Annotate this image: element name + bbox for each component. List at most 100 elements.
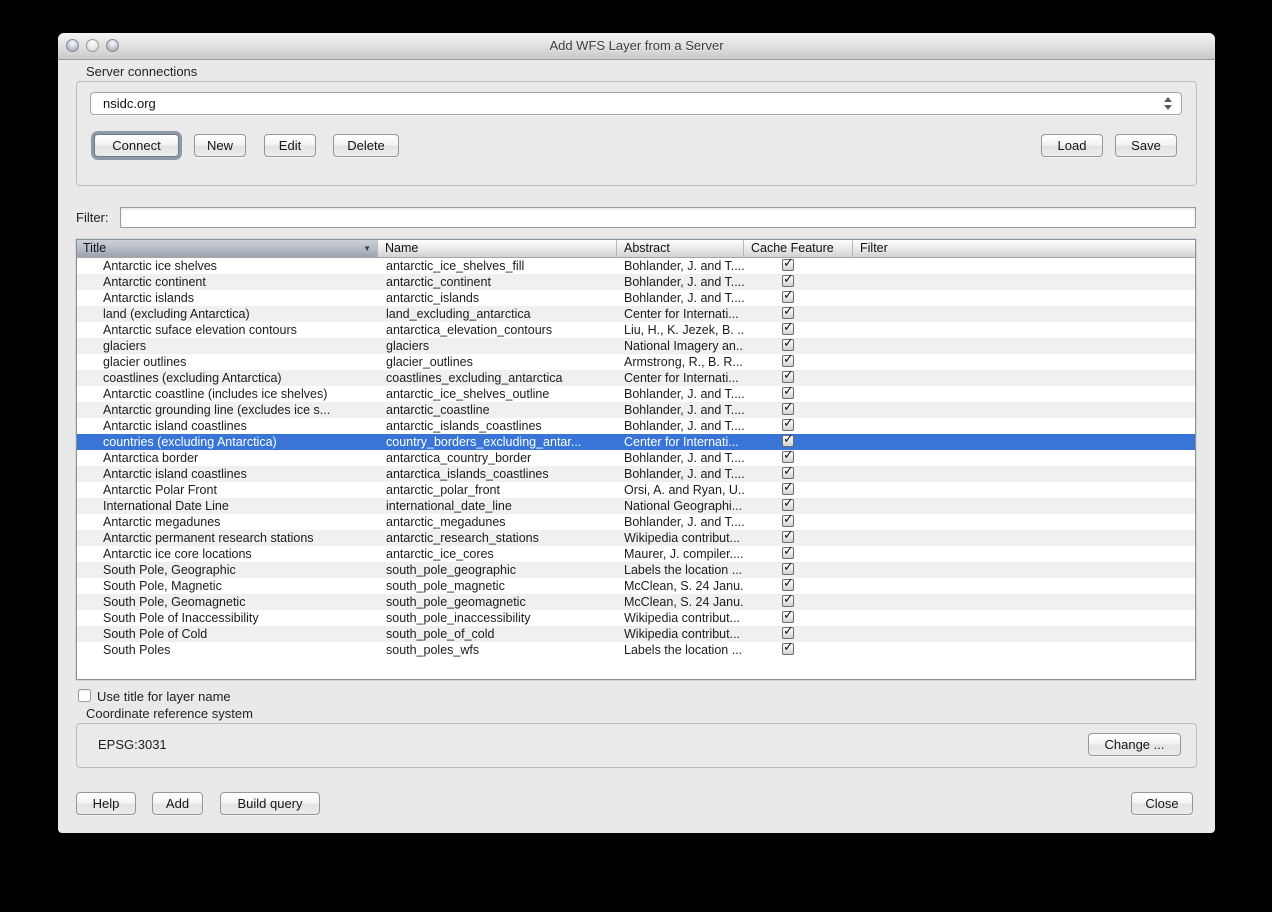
cell-filter [853, 642, 1195, 658]
cell-title: Antarctic continent [77, 274, 378, 290]
cache-feature-checkbox[interactable]: ✓ [782, 435, 794, 447]
cache-feature-checkbox[interactable]: ✓ [782, 403, 794, 415]
table-row[interactable]: Antarctic island coastlinesantarctica_is… [77, 466, 1195, 482]
cell-name: antarctica_country_border [378, 450, 617, 466]
column-header-filter[interactable]: Filter [853, 240, 1195, 257]
cell-cache-feature: ✓ [744, 370, 853, 386]
table-row[interactable]: South Pole, Geographicsouth_pole_geograp… [77, 562, 1195, 578]
edit-button[interactable]: Edit [264, 134, 316, 157]
cell-cache-feature: ✓ [744, 386, 853, 402]
checkmark-icon: ✓ [783, 546, 794, 557]
cell-cache-feature: ✓ [744, 434, 853, 450]
delete-button[interactable]: Delete [333, 134, 399, 157]
table-row[interactable]: International Date Lineinternational_dat… [77, 498, 1195, 514]
add-button[interactable]: Add [152, 792, 203, 815]
cache-feature-checkbox[interactable]: ✓ [782, 595, 794, 607]
cell-filter [853, 258, 1195, 274]
titlebar[interactable]: Add WFS Layer from a Server [58, 33, 1215, 60]
cache-feature-checkbox[interactable]: ✓ [782, 371, 794, 383]
checkmark-icon: ✓ [783, 354, 794, 365]
cell-filter [853, 338, 1195, 354]
table-row[interactable]: South Pole of Inaccessibilitysouth_pole_… [77, 610, 1195, 626]
change-crs-button[interactable]: Change ... [1088, 733, 1181, 756]
table-row[interactable]: South Polessouth_poles_wfsLabels the loc… [77, 642, 1195, 658]
cell-filter [853, 562, 1195, 578]
table-row[interactable]: Antarctic islandsantarctic_islandsBohlan… [77, 290, 1195, 306]
table-row[interactable]: glacier outlinesglacier_outlinesArmstron… [77, 354, 1195, 370]
table-row[interactable]: Antarctic ice shelvesantarctic_ice_shelv… [77, 258, 1195, 274]
cell-filter [853, 434, 1195, 450]
new-button[interactable]: New [194, 134, 246, 157]
cell-cache-feature: ✓ [744, 354, 853, 370]
cache-feature-checkbox[interactable]: ✓ [782, 323, 794, 335]
cache-feature-checkbox[interactable]: ✓ [782, 307, 794, 319]
column-header-name[interactable]: Name [378, 240, 617, 257]
cell-title: South Pole, Geographic [77, 562, 378, 578]
table-row[interactable]: glaciersglaciersNational Imagery an...✓ [77, 338, 1195, 354]
checkmark-icon: ✓ [783, 610, 794, 621]
table-row[interactable]: Antarctic island coastlinesantarctic_isl… [77, 418, 1195, 434]
cell-name: antarctic_islands [378, 290, 617, 306]
cache-feature-checkbox[interactable]: ✓ [782, 355, 794, 367]
filter-input[interactable] [120, 207, 1196, 228]
cache-feature-checkbox[interactable]: ✓ [782, 483, 794, 495]
table-row[interactable]: Antarctica borderantarctica_country_bord… [77, 450, 1195, 466]
column-header-cache-feature[interactable]: Cache Feature [744, 240, 853, 257]
cache-feature-checkbox[interactable]: ✓ [782, 291, 794, 303]
table-row[interactable]: countries (excluding Antarctica)country_… [77, 434, 1195, 450]
cell-abstract: McClean, S. 24 Janu... [617, 594, 744, 610]
cache-feature-checkbox[interactable]: ✓ [782, 259, 794, 271]
table-row[interactable]: Antarctic suface elevation contoursantar… [77, 322, 1195, 338]
close-button[interactable]: Close [1131, 792, 1193, 815]
cache-feature-checkbox[interactable]: ✓ [782, 339, 794, 351]
cell-title: glacier outlines [77, 354, 378, 370]
cell-cache-feature: ✓ [744, 642, 853, 658]
use-title-checkbox[interactable] [78, 689, 91, 702]
connection-dropdown[interactable]: nsidc.org [90, 92, 1182, 115]
connect-button[interactable]: Connect [94, 134, 179, 157]
cell-name: south_pole_geographic [378, 562, 617, 578]
load-button[interactable]: Load [1041, 134, 1103, 157]
cache-feature-checkbox[interactable]: ✓ [782, 387, 794, 399]
cache-feature-checkbox[interactable]: ✓ [782, 451, 794, 463]
cell-title: land (excluding Antarctica) [77, 306, 378, 322]
table-row[interactable]: land (excluding Antarctica)land_excludin… [77, 306, 1195, 322]
cache-feature-checkbox[interactable]: ✓ [782, 643, 794, 655]
cache-feature-checkbox[interactable]: ✓ [782, 531, 794, 543]
table-row[interactable]: Antarctic megadunesantarctic_megadunesBo… [77, 514, 1195, 530]
checkmark-icon: ✓ [783, 530, 794, 541]
build-query-button[interactable]: Build query [220, 792, 320, 815]
table-row[interactable]: Antarctic grounding line (excludes ice s… [77, 402, 1195, 418]
cache-feature-checkbox[interactable]: ✓ [782, 419, 794, 431]
cache-feature-checkbox[interactable]: ✓ [782, 627, 794, 639]
cell-cache-feature: ✓ [744, 514, 853, 530]
cache-feature-checkbox[interactable]: ✓ [782, 499, 794, 511]
cache-feature-checkbox[interactable]: ✓ [782, 611, 794, 623]
cache-feature-checkbox[interactable]: ✓ [782, 515, 794, 527]
table-row[interactable]: coastlines (excluding Antarctica)coastli… [77, 370, 1195, 386]
table-row[interactable]: South Pole of Coldsouth_pole_of_coldWiki… [77, 626, 1195, 642]
column-header-title[interactable]: Title ▼ [77, 240, 378, 257]
save-button[interactable]: Save [1115, 134, 1177, 157]
checkmark-icon: ✓ [783, 562, 794, 573]
cell-abstract: Labels the location ... [617, 562, 744, 578]
cell-cache-feature: ✓ [744, 306, 853, 322]
cell-abstract: Wikipedia contribut... [617, 610, 744, 626]
cache-feature-checkbox[interactable]: ✓ [782, 467, 794, 479]
help-button[interactable]: Help [76, 792, 136, 815]
cache-feature-checkbox[interactable]: ✓ [782, 547, 794, 559]
cell-name: antarctic_ice_shelves_fill [378, 258, 617, 274]
cache-feature-checkbox[interactable]: ✓ [782, 579, 794, 591]
cache-feature-checkbox[interactable]: ✓ [782, 563, 794, 575]
table-row[interactable]: Antarctic permanent research stationsant… [77, 530, 1195, 546]
table-row[interactable]: South Pole, Magneticsouth_pole_magneticM… [77, 578, 1195, 594]
cell-name: south_pole_geomagnetic [378, 594, 617, 610]
table-row[interactable]: Antarctic coastline (includes ice shelve… [77, 386, 1195, 402]
table-row[interactable]: Antarctic continentantarctic_continentBo… [77, 274, 1195, 290]
table-row[interactable]: South Pole, Geomagneticsouth_pole_geomag… [77, 594, 1195, 610]
column-header-abstract[interactable]: Abstract [617, 240, 744, 257]
table-row[interactable]: Antarctic ice core locationsantarctic_ic… [77, 546, 1195, 562]
cache-feature-checkbox[interactable]: ✓ [782, 275, 794, 287]
table-row[interactable]: Antarctic Polar Frontantarctic_polar_fro… [77, 482, 1195, 498]
cell-abstract: Center for Internati... [617, 370, 744, 386]
